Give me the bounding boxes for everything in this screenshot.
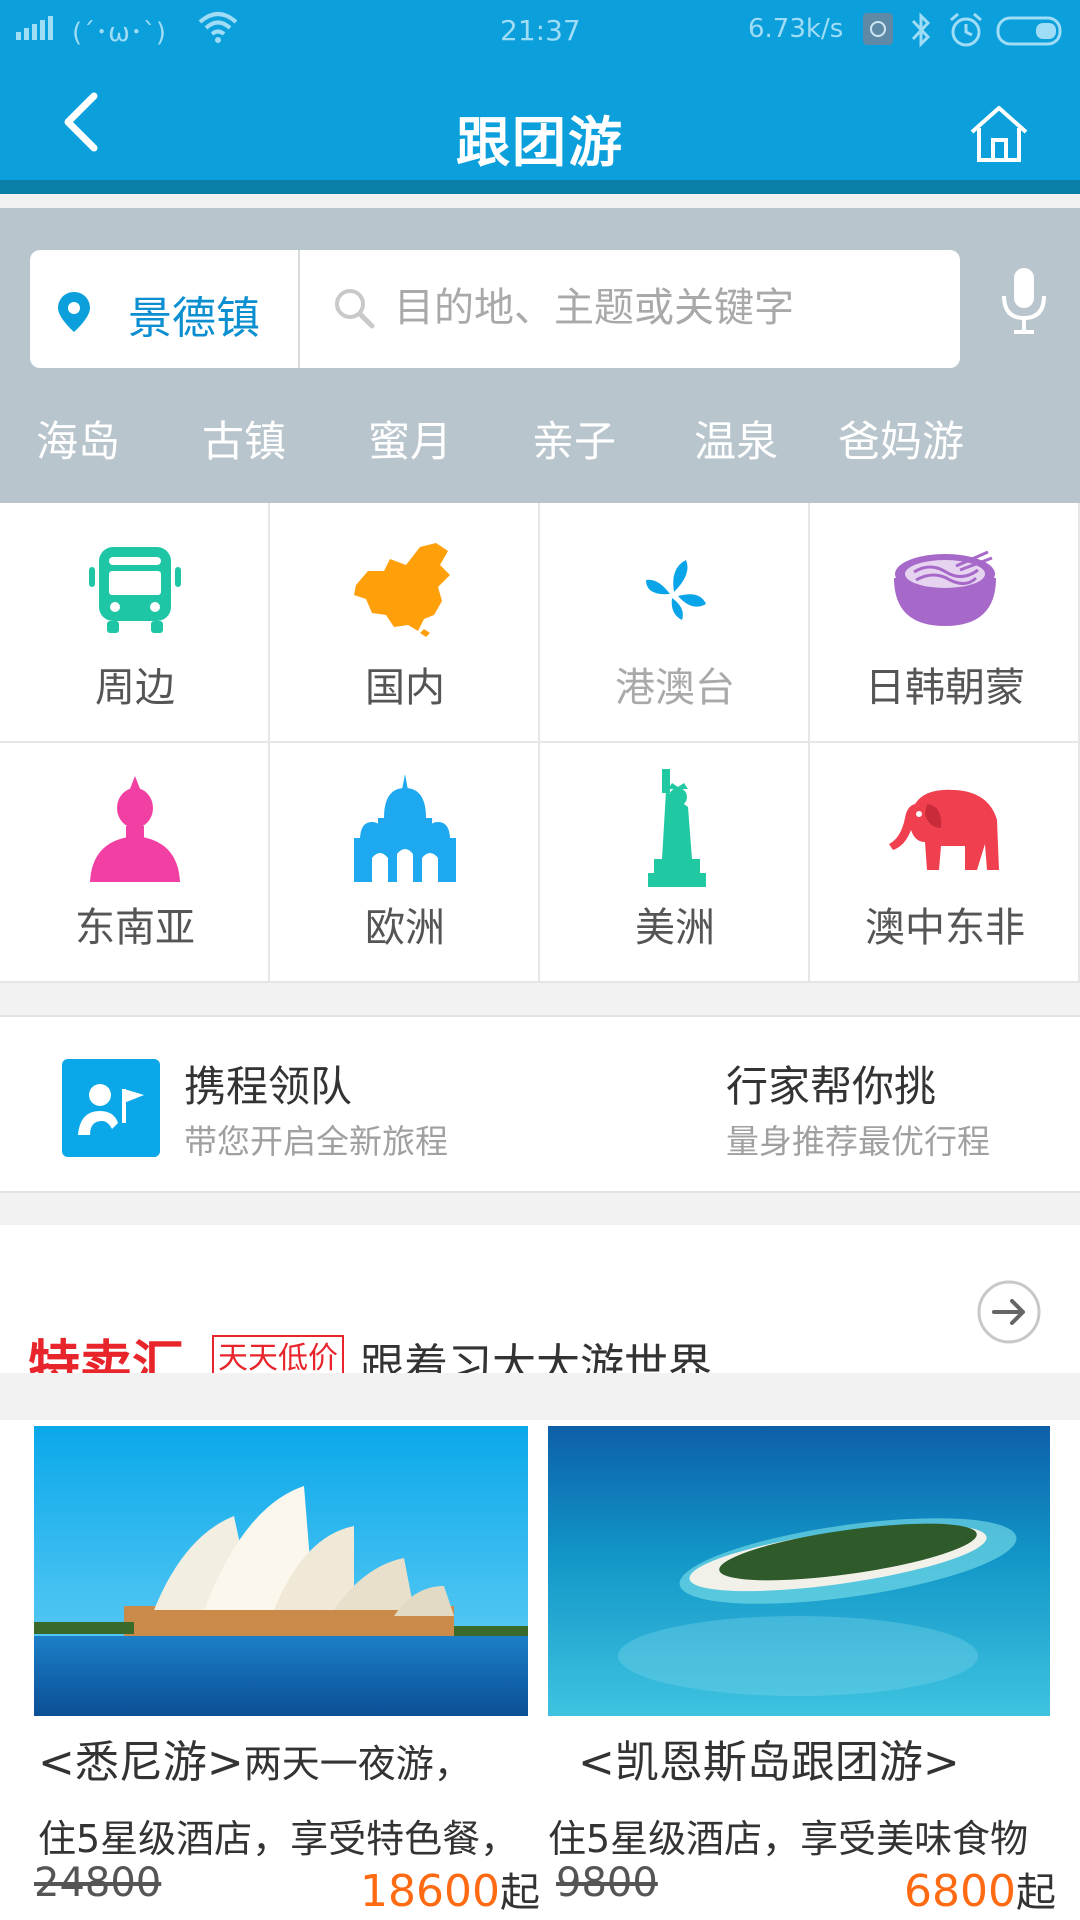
status-face: (´･ω･`) — [72, 18, 167, 48]
special-sale-section: 特卖汇 天天低价 跟着习大大游世界 — [0, 1225, 1080, 1373]
product-list: <悉尼游>两天一夜游， 住5星级酒店，享受特色餐， 24800 18600起 <… — [0, 1420, 1080, 1920]
status-time: 21:37 — [500, 14, 581, 47]
buddha-icon — [90, 776, 180, 882]
product-description: 住5星级酒店，享受特色餐， — [38, 1817, 519, 1861]
search-input[interactable] — [394, 278, 934, 338]
category-americas[interactable]: 美洲 — [540, 743, 810, 983]
category-oceania-africa[interactable]: 澳中东非 — [810, 743, 1080, 983]
tour-leader-section: 携程领队 带您开启全新旅程 行家帮你挑 量身推荐最优行程 — [0, 1015, 1080, 1193]
city-name: 景德镇 — [128, 293, 260, 344]
category-label: 港澳台 — [615, 665, 735, 711]
hot-tag-island[interactable]: 海岛 — [36, 408, 120, 469]
category-grid: 周边 国内 港澳台 日韩朝蒙 东南亚 欧洲 美洲 澳中东非 — [0, 503, 1080, 983]
category-label: 澳中东非 — [865, 905, 1025, 951]
category-label: 美洲 — [635, 905, 715, 951]
statue-of-liberty-icon — [648, 769, 706, 887]
cathedral-icon — [354, 774, 456, 882]
battery-icon — [996, 16, 1062, 46]
signal-icon — [16, 14, 53, 40]
hot-tag-family[interactable]: 亲子 — [532, 408, 616, 469]
search-section: 景德镇 海岛 古镇 蜜月 亲子 温泉 爸妈游 — [0, 208, 1080, 503]
original-price: 9800 — [556, 1860, 658, 1906]
sale-brand: 特卖汇 — [28, 1336, 185, 1373]
sydney-opera-house-image[interactable] — [34, 1426, 528, 1716]
category-hk-macau-taiwan[interactable]: 港澳台 — [540, 503, 810, 743]
category-label: 国内 — [365, 665, 445, 711]
expert-pick-subtitle: 量身推荐最优行程 — [726, 1122, 990, 1161]
cairns-island-image[interactable] — [548, 1426, 1050, 1716]
product-title[interactable]: <凯恩斯岛跟团游> — [578, 1726, 960, 1790]
category-nearby[interactable]: 周边 — [0, 503, 270, 743]
microphone-icon[interactable] — [1000, 266, 1048, 336]
wifi-icon — [198, 12, 238, 43]
title-bar: 跟团游 — [0, 62, 1080, 194]
sale-price: 18600起 — [360, 1866, 540, 1917]
hot-tag-ancient-town[interactable]: 古镇 — [202, 408, 286, 469]
original-price: 24800 — [34, 1860, 162, 1906]
network-speed: 6.73k/s — [748, 14, 844, 44]
search-box: 景德镇 — [30, 250, 960, 368]
expert-pick-title[interactable]: 行家帮你挑 — [726, 1053, 936, 1114]
hot-tag-parents-trip[interactable]: 爸妈游 — [838, 408, 964, 469]
category-label: 周边 — [95, 665, 175, 711]
category-label: 欧洲 — [365, 905, 445, 951]
location-pin-icon — [58, 292, 90, 332]
hot-tags: 海岛 古镇 蜜月 亲子 温泉 爸妈游 — [0, 408, 1080, 488]
product-title[interactable]: <悉尼游>两天一夜游， — [38, 1726, 472, 1790]
elephant-icon — [889, 789, 999, 870]
tour-leader-icon[interactable] — [62, 1059, 160, 1157]
hot-tag-honeymoon[interactable]: 蜜月 — [368, 408, 452, 469]
sale-slogan: 跟着习大大游世界 — [360, 1340, 712, 1373]
china-map-icon — [354, 543, 450, 637]
category-domestic[interactable]: 国内 — [270, 503, 540, 743]
page-title: 跟团游 — [456, 111, 624, 174]
bus-icon — [89, 547, 181, 633]
category-japan-korea[interactable]: 日韩朝蒙 — [810, 503, 1080, 743]
ramen-bowl-icon — [894, 550, 996, 626]
leader-subtitle: 带您开启全新旅程 — [184, 1122, 448, 1161]
product-description: 住5星级酒店，享受美味食物 — [548, 1817, 1029, 1861]
category-label: 日韩朝蒙 — [865, 665, 1025, 711]
hot-tag-hot-spring[interactable]: 温泉 — [694, 408, 778, 469]
sale-tag: 天天低价 — [212, 1335, 344, 1373]
app-notification-icon — [863, 13, 893, 45]
sale-price: 6800起 — [904, 1866, 1056, 1917]
bluetooth-icon — [911, 12, 931, 48]
alarm-icon — [950, 12, 982, 47]
leader-title[interactable]: 携程领队 — [184, 1053, 352, 1114]
category-label: 东南亚 — [75, 905, 195, 951]
home-icon[interactable] — [966, 100, 1032, 166]
category-southeast-asia[interactable]: 东南亚 — [0, 743, 270, 983]
category-europe[interactable]: 欧洲 — [270, 743, 540, 983]
bauhinia-icon — [646, 560, 706, 620]
city-selector[interactable]: 景德镇 — [30, 250, 300, 368]
status-bar: (´･ω･`) 21:37 6.73k/s — [0, 0, 1080, 62]
arrow-right-circle-icon[interactable] — [976, 1279, 1042, 1345]
search-icon — [335, 289, 375, 329]
